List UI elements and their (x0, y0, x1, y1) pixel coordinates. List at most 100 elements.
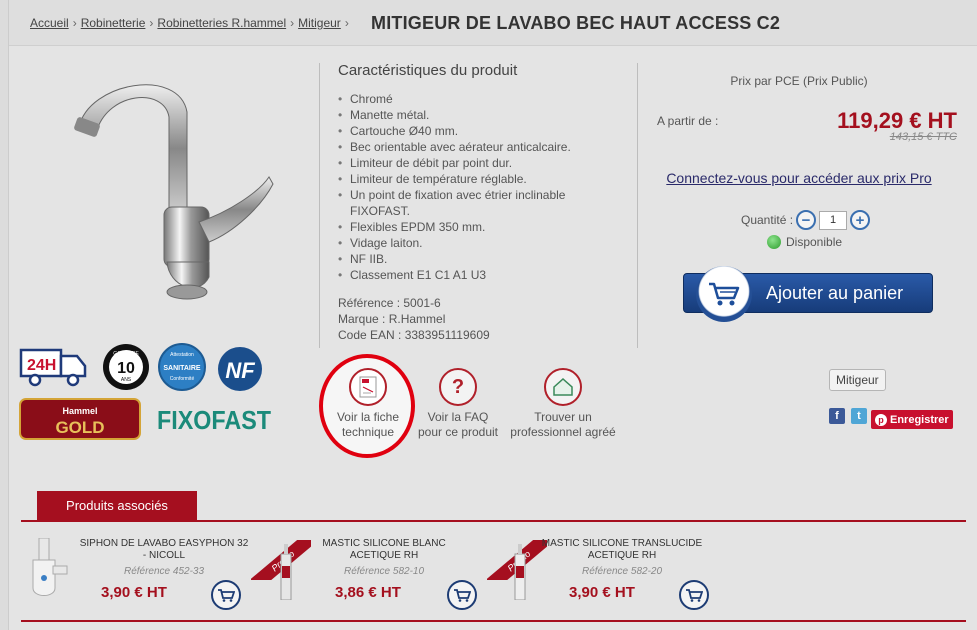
feature-item: Cartouche Ø40 mm. (338, 123, 608, 139)
associated-product-price: 3,86 € HT (335, 584, 401, 601)
breadcrumb-mitigeur[interactable]: Mitigeur (298, 16, 341, 30)
nf-text: NF (225, 358, 255, 383)
pinterest-label: Enregistrer (890, 413, 949, 426)
faq-label-1: Voir la FAQ (427, 410, 489, 424)
associated-product-name[interactable]: MASTIC SILICONE TRANSLUCIDE ACETIQUE RH (537, 538, 707, 562)
breadcrumb-home[interactable]: Accueil (30, 16, 69, 30)
mastic-tube-image (280, 544, 292, 600)
price-ttc: 143,15 € TTC (889, 131, 957, 143)
product-image[interactable] (69, 72, 299, 312)
category-tag-button[interactable]: Mitigeur (829, 369, 886, 391)
feature-item: Limiteur de température réglable. (338, 171, 608, 187)
feature-item: Bec orientable avec aérateur anticalcair… (338, 139, 608, 155)
pro-login-link[interactable]: Connectez-vous pour accéder aux prix Pro (649, 170, 949, 186)
faq-button[interactable]: ? Voir la FAQ pour ce produit (413, 368, 503, 440)
feature-item: Chromé (338, 91, 608, 107)
delivery-24h-icon: 24H (19, 348, 87, 387)
stock-dot-icon (767, 235, 781, 249)
projedo-house-icon (544, 368, 582, 406)
sanitary-text: SANITAIRE (163, 365, 201, 372)
feature-item: Limiteur de débit par point dur. (338, 155, 608, 171)
associated-product-card[interactable]: SIPHON DE LAVABO EASYPHON 32 - NICOLL Ré… (19, 530, 249, 615)
breadcrumb-separator: › (290, 16, 295, 30)
features-title: Caractéristiques du produit (338, 62, 518, 79)
product-page: Accueil › Robinetterie › Robinetteries R.ham… (8, 0, 977, 630)
quantity-label: Quantité : (741, 213, 794, 227)
technical-sheet-button[interactable]: Voir la fiche technique (325, 368, 411, 440)
fixofast-text: FIXOFAST (157, 405, 271, 435)
associated-product-name[interactable]: MASTIC SILICONE BLANC ACETIQUE RH (299, 538, 469, 562)
sanitary-bottom-text: Conformité (170, 376, 195, 382)
breadcrumb-robinetterie[interactable]: Robinetterie (81, 16, 146, 30)
section-divider (21, 520, 966, 522)
price-header: Prix par PCE (Prix Public) (730, 74, 868, 88)
feature-item: Manette métal. (338, 107, 608, 123)
find-professional-label-1: Trouver un (534, 410, 592, 424)
technical-sheet-label-2: technique (341, 425, 395, 439)
stock-status: Disponible (767, 235, 842, 249)
add-to-cart-button[interactable]: Ajouter au panier (683, 266, 933, 322)
find-professional-button[interactable]: Trouver un professionnel agréé (503, 368, 623, 440)
siphon-image (32, 538, 68, 596)
breadcrumb-robinetteries-rhammel[interactable]: Robinetteries R.hammel (157, 16, 286, 30)
guarantee-top-text: GARANTIE (113, 351, 139, 357)
gold-top-text: Hammel (62, 406, 97, 416)
associated-product-name[interactable]: SIPHON DE LAVABO EASYPHON 32 - NICOLL (79, 538, 249, 562)
pinterest-icon: p (875, 413, 887, 426)
technical-sheet-label-1: Voir la fiche (336, 410, 400, 424)
product-identifiers: Référence : 5001-6 Marque : R.Hammel Cod… (338, 295, 490, 343)
feature-item: Vidage laiton. (338, 235, 608, 251)
associated-product-ref: Référence 582-10 (343, 566, 425, 577)
guarantee-10-years-icon: GARANTIE 10 ANS (103, 344, 149, 390)
associated-product-card[interactable]: Promo MASTIC SILICONE TRANSLUCIDE ACETIQ… (487, 530, 717, 615)
guarantee-bottom-text: ANS (121, 377, 132, 383)
associated-product-price: 3,90 € HT (569, 584, 635, 601)
delivery-24h-text: 24H (27, 357, 56, 374)
cart-icon[interactable] (679, 580, 709, 610)
product-brand: Marque : R.Hammel (338, 312, 446, 326)
pinterest-save-button[interactable]: p Enregistrer (871, 410, 953, 429)
features-list: Chromé Manette métal. Cartouche Ø40 mm. … (338, 91, 608, 283)
price-from-label: A partir de : (657, 114, 719, 128)
minus-icon[interactable]: − (796, 210, 817, 230)
feature-item: Flexibles EPDM 350 mm. (338, 219, 608, 235)
page-title: MITIGEUR DE LAVABO BEC HAUT ACCESS C2 (371, 13, 781, 33)
breadcrumb: Accueil › Robinetterie › Robinetteries R.ham… (30, 16, 353, 30)
feature-item: Un point de fixation avec étrier inclina… (338, 187, 608, 219)
product-reference: Référence : 5001-6 (338, 296, 441, 310)
divider (319, 63, 320, 348)
tab-associated-products[interactable]: Produits associés (37, 491, 197, 520)
associated-product-price: 3,90 € HT (101, 584, 167, 601)
faq-label-2: pour ce produit (417, 425, 499, 439)
divider (637, 63, 638, 348)
stock-label: Disponible (786, 235, 843, 249)
associated-product-ref: Référence 582-20 (581, 566, 663, 577)
certification-badges: 24H GARANTIE 10 ANS Attestation SANITAIR… (19, 342, 271, 442)
quantity-stepper: Quantité : − + (741, 210, 871, 230)
section-divider (21, 620, 966, 622)
cart-icon (696, 266, 752, 322)
product-ean: Code EAN : 3383951119609 (338, 328, 490, 342)
mastic-tube-image (514, 544, 526, 600)
cart-icon[interactable] (211, 580, 241, 610)
twitter-icon[interactable]: t (851, 408, 867, 424)
add-to-cart-label: Ajouter au panier (766, 283, 904, 303)
associated-product-card[interactable]: Promo MASTIC SILICONE BLANC ACETIQUE RH … (251, 530, 483, 615)
find-professional-label-2: professionnel agréé (510, 425, 616, 439)
sanitary-top-text: Attestation (170, 352, 194, 358)
associated-product-ref: Référence 452-33 (123, 566, 205, 577)
hammel-gold-icon: Hammel GOLD (19, 398, 141, 440)
plus-icon[interactable]: + (850, 210, 871, 230)
facebook-icon[interactable]: f (829, 408, 845, 424)
question-icon: ? (439, 368, 477, 406)
cart-icon[interactable] (447, 580, 477, 610)
feature-item: Classement E1 C1 A1 U3 (338, 267, 608, 283)
gold-text: GOLD (55, 418, 104, 437)
quantity-input[interactable] (819, 210, 848, 230)
nf-certification-icon: NF (218, 347, 262, 391)
breadcrumb-separator: › (344, 16, 349, 30)
fixofast-logo-icon: FIXOFAST (157, 405, 271, 435)
breadcrumb-separator: › (149, 16, 154, 30)
breadcrumb-separator: › (72, 16, 77, 30)
page-header: Accueil › Robinetterie › Robinetteries R.ham… (9, 0, 977, 46)
